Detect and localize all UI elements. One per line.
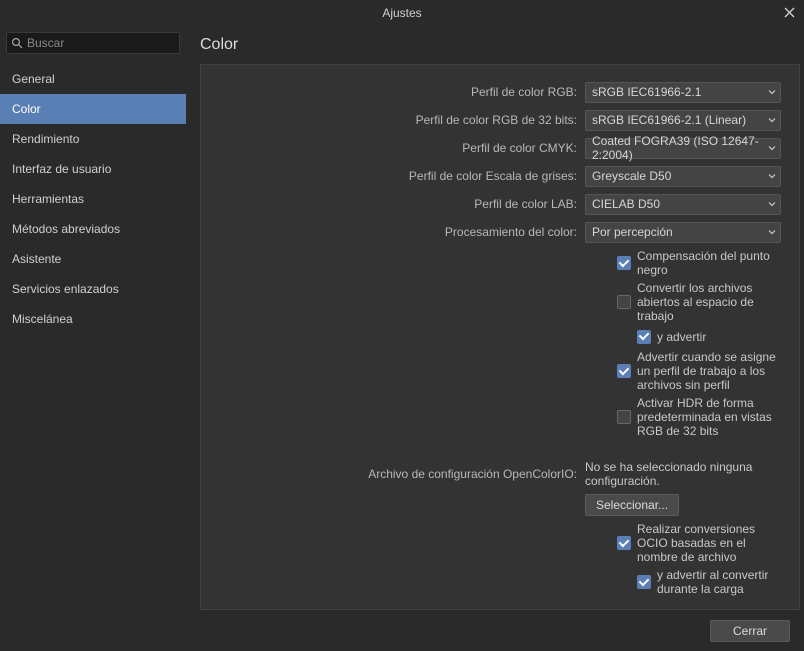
ocio-name-warn-checkbox[interactable] xyxy=(637,575,651,589)
ocio-name-label: Realizar conversiones OCIO basadas en el… xyxy=(637,522,781,564)
rgb-profile-value: sRGB IEC61966-2.1 xyxy=(592,85,701,99)
lab-profile-select[interactable]: CIELAB D50 xyxy=(585,194,781,215)
grey-profile-select[interactable]: Greyscale D50 xyxy=(585,166,781,187)
lab-profile-label: Perfil de color LAB: xyxy=(225,197,585,211)
convert-warn-label: y advertir xyxy=(657,330,706,344)
ocio-config-value: No se ha seleccionado ninguna configurac… xyxy=(585,460,781,488)
rgb-profile-label: Perfil de color RGB: xyxy=(225,85,585,99)
sidebar-item-miscelanea[interactable]: Miscelánea xyxy=(0,304,186,334)
search-icon xyxy=(11,37,23,49)
settings-panel: Perfil de color RGB: sRGB IEC61966-2.1 P… xyxy=(200,64,800,610)
chevron-down-icon xyxy=(768,197,776,211)
close-icon[interactable] xyxy=(780,3,798,21)
hdr-checkbox[interactable] xyxy=(617,410,631,424)
convert-checkbox[interactable] xyxy=(617,295,631,309)
sidebar-item-general[interactable]: General xyxy=(0,64,186,94)
hdr-label: Activar HDR de forma predeterminada en v… xyxy=(637,396,781,438)
ocio-name-checkbox[interactable] xyxy=(617,536,631,550)
sidebar-nav: General Color Rendimiento Interfaz de us… xyxy=(0,64,186,334)
rgb32-profile-value: sRGB IEC61966-2.1 (Linear) xyxy=(592,113,746,127)
rgb-profile-select[interactable]: sRGB IEC61966-2.1 xyxy=(585,82,781,103)
footer: Cerrar xyxy=(0,610,804,651)
chevron-down-icon xyxy=(768,141,776,155)
cmyk-profile-select[interactable]: Coated FOGRA39 (ISO 12647-2:2004) xyxy=(585,138,781,159)
search-input[interactable] xyxy=(27,36,182,50)
sidebar-item-rendimiento[interactable]: Rendimiento xyxy=(0,124,186,154)
sidebar-item-asistente[interactable]: Asistente xyxy=(0,244,186,274)
lab-profile-value: CIELAB D50 xyxy=(592,197,660,211)
warn-assign-label: Advertir cuando se asigne un perfil de t… xyxy=(637,350,781,392)
grey-profile-value: Greyscale D50 xyxy=(592,169,671,183)
close-button[interactable]: Cerrar xyxy=(710,620,790,642)
sidebar: General Color Rendimiento Interfaz de us… xyxy=(0,26,186,610)
sidebar-item-color[interactable]: Color xyxy=(0,94,186,124)
bpc-checkbox[interactable] xyxy=(617,256,631,270)
rendering-intent-select[interactable]: Por percepción xyxy=(585,222,781,243)
sidebar-item-interfaz[interactable]: Interfaz de usuario xyxy=(0,154,186,184)
chevron-down-icon xyxy=(768,113,776,127)
rgb32-profile-label: Perfil de color RGB de 32 bits: xyxy=(225,113,585,127)
warn-assign-checkbox[interactable] xyxy=(617,364,631,378)
ocio-select-button[interactable]: Seleccionar... xyxy=(585,494,679,516)
section-title: Color xyxy=(200,36,800,54)
ocio-config-label: Archivo de configuración OpenColorIO: xyxy=(225,467,585,481)
titlebar: Ajustes xyxy=(0,0,804,26)
rendering-intent-value: Por percepción xyxy=(592,225,673,239)
search-field[interactable] xyxy=(6,32,180,54)
main-pane: Color Perfil de color RGB: sRGB IEC61966… xyxy=(186,26,804,610)
convert-label: Convertir los archivos abiertos al espac… xyxy=(637,281,781,323)
convert-warn-checkbox[interactable] xyxy=(637,330,651,344)
cmyk-profile-value: Coated FOGRA39 (ISO 12647-2:2004) xyxy=(592,134,762,162)
ocio-name-warn-label: y advertir al convertir durante la carga xyxy=(657,568,781,596)
rgb32-profile-select[interactable]: sRGB IEC61966-2.1 (Linear) xyxy=(585,110,781,131)
grey-profile-label: Perfil de color Escala de grises: xyxy=(225,169,585,183)
sidebar-item-herramientas[interactable]: Herramientas xyxy=(0,184,186,214)
chevron-down-icon xyxy=(768,169,776,183)
bpc-label: Compensación del punto negro xyxy=(637,249,781,277)
sidebar-item-metodos[interactable]: Métodos abreviados xyxy=(0,214,186,244)
window-title: Ajustes xyxy=(382,6,421,20)
rendering-intent-label: Procesamiento del color: xyxy=(225,225,585,239)
chevron-down-icon xyxy=(768,225,776,239)
sidebar-item-servicios[interactable]: Servicios enlazados xyxy=(0,274,186,304)
chevron-down-icon xyxy=(768,85,776,99)
cmyk-profile-label: Perfil de color CMYK: xyxy=(225,141,585,155)
assoc-alpha-label: Asociar canales alfa OpenEXR xyxy=(637,608,781,610)
